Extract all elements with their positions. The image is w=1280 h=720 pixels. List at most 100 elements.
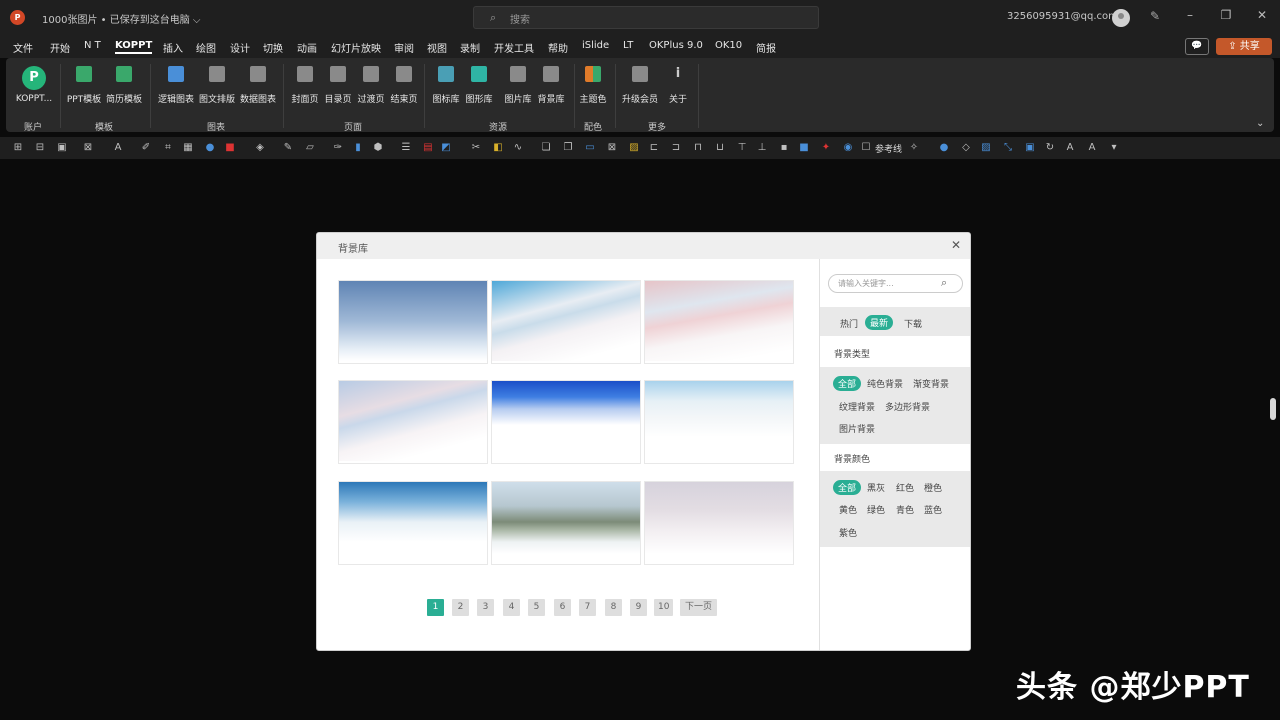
pipette-icon[interactable]: ✑ — [332, 142, 344, 154]
menu-help[interactable]: 帮助 — [548, 40, 568, 55]
picture-edit-icon[interactable]: ▨ — [628, 142, 640, 154]
page-button-4[interactable]: 4 — [503, 599, 520, 616]
copy-icon[interactable]: ❏ — [540, 142, 552, 154]
thumbnail[interactable] — [338, 280, 488, 364]
background-library-button[interactable]: 背景库 — [535, 66, 567, 105]
transition-page-button[interactable]: 过渡页 — [355, 66, 387, 105]
menu-nt[interactable]: N T — [84, 40, 101, 51]
account-email[interactable]: 3256095931@qq.com — [1007, 11, 1118, 22]
align-icon[interactable]: ⊞ — [12, 142, 24, 154]
minimize-button[interactable]: – — [1180, 8, 1200, 22]
align-left-icon[interactable]: ⊏ — [648, 142, 660, 154]
thumbnail[interactable] — [644, 380, 794, 464]
page-button-1[interactable]: 1 — [427, 599, 444, 616]
theme-color-button[interactable]: 主题色 — [577, 66, 609, 105]
page-button-3[interactable]: 3 — [477, 599, 494, 616]
ppt-template-button[interactable]: PPT模板 — [65, 66, 103, 105]
bg-color-black-gray[interactable]: 黑灰 — [867, 481, 885, 494]
align-center-icon[interactable]: ⊓ — [692, 142, 704, 154]
circle-icon[interactable]: ● — [204, 142, 216, 154]
bg-type-solid[interactable]: 纯色背景 — [867, 377, 903, 390]
toc-page-button[interactable]: 目录页 — [322, 66, 354, 105]
shape-fill-icon[interactable]: ⬢ — [372, 142, 384, 154]
distribute-icon[interactable]: ⊟ — [34, 142, 46, 154]
bg-type-gradient[interactable]: 渐变背景 — [913, 377, 949, 390]
screen-icon[interactable]: ▣ — [1024, 142, 1036, 154]
close-button[interactable]: ✕ — [1252, 8, 1272, 22]
next-page-button[interactable]: 下一页 — [680, 599, 717, 616]
page-button-10[interactable]: 10 — [654, 599, 674, 616]
sphere-icon[interactable]: ● — [938, 142, 950, 154]
font-increase-icon[interactable]: A — [1064, 142, 1076, 154]
globe-icon[interactable]: ◉ — [842, 142, 854, 154]
search-icon[interactable]: ⌕ — [941, 276, 947, 290]
sort-tab-hot[interactable]: 热门 — [840, 317, 858, 330]
thumbnail[interactable] — [491, 481, 641, 565]
layers-icon[interactable]: ◧ — [492, 142, 504, 154]
menu-file[interactable]: 文件 — [13, 40, 33, 55]
align-middle-icon[interactable]: ⊔ — [714, 142, 726, 154]
comment-button[interactable]: 💬 — [1185, 38, 1209, 55]
bg-type-image[interactable]: 图片背景 — [839, 422, 875, 435]
menu-koppt[interactable]: KOPPT — [115, 40, 153, 54]
upgrade-member-button[interactable]: 升级会员 — [620, 66, 660, 105]
bg-color-all[interactable]: 全部 — [833, 480, 862, 495]
page-button-2[interactable]: 2 — [452, 599, 469, 616]
font-decrease-icon[interactable]: A — [1086, 142, 1098, 154]
bg-color-orange[interactable]: 橙色 — [924, 481, 942, 494]
bg-color-green[interactable]: 绿色 — [867, 503, 885, 516]
page-button-6[interactable]: 6 — [554, 599, 571, 616]
bg-color-blue[interactable]: 蓝色 — [924, 503, 942, 516]
menu-record[interactable]: 录制 — [460, 40, 480, 55]
resume-template-button[interactable]: 简历模板 — [104, 66, 144, 105]
menu-transitions[interactable]: 切换 — [263, 40, 283, 55]
sort-tab-latest[interactable]: 最新 — [865, 315, 894, 330]
eraser-icon[interactable]: ◇ — [960, 142, 972, 154]
shape-library-button[interactable]: 图形库 — [463, 66, 495, 105]
logic-chart-button[interactable]: 逻辑图表 — [156, 66, 196, 105]
menu-lt[interactable]: LT — [623, 40, 633, 51]
shapes-icon[interactable]: ◩ — [440, 142, 452, 154]
crop-icon[interactable]: ⌗ — [162, 142, 174, 154]
magic-icon[interactable]: ✧ — [908, 142, 920, 154]
menu-brief[interactable]: 简报 — [756, 40, 776, 55]
duplicate-icon[interactable]: ❐ — [562, 142, 574, 154]
avatar[interactable] — [1112, 9, 1130, 27]
close-icon[interactable]: ✕ — [951, 238, 961, 252]
bg-color-purple[interactable]: 紫色 — [839, 526, 857, 539]
font-color-icon[interactable]: A — [112, 142, 124, 154]
clear-format-icon[interactable]: ⊠ — [82, 142, 94, 154]
share-button[interactable]: ⇪ 共享 — [1216, 38, 1272, 55]
delete-icon[interactable]: ⊠ — [606, 142, 618, 154]
page-button-5[interactable]: 5 — [528, 599, 545, 616]
curve-icon[interactable]: ∿ — [512, 142, 524, 154]
bg-color-cyan[interactable]: 青色 — [896, 503, 914, 516]
menu-slideshow[interactable]: 幻灯片放映 — [331, 40, 381, 55]
format-painter-icon[interactable]: ✂ — [470, 142, 482, 154]
document-title[interactable]: 1000张图片 • 已保存到这台电脑 ⌵ — [42, 11, 200, 26]
sort-tab-download[interactable]: 下载 — [904, 317, 922, 330]
layout-button[interactable]: 图文排版 — [197, 66, 237, 105]
menu-islide[interactable]: iSlide — [582, 40, 609, 51]
keyword-search-input[interactable]: 请输入关键字... ⌕ — [828, 274, 963, 293]
textbox-icon[interactable]: ▣ — [56, 142, 68, 154]
thumbnail[interactable] — [644, 280, 794, 364]
page-button-9[interactable]: 9 — [630, 599, 647, 616]
menu-ok10[interactable]: OK10 — [715, 40, 742, 51]
bg-type-all[interactable]: 全部 — [833, 376, 862, 391]
pen-icon[interactable]: ✎ — [1150, 9, 1160, 23]
frame-icon[interactable]: ▭ — [584, 142, 596, 154]
menu-draw[interactable]: 绘图 — [196, 40, 216, 55]
menu-view[interactable]: 视图 — [427, 40, 447, 55]
bg-color-yellow[interactable]: 黄色 — [839, 503, 857, 516]
align-bottom-icon[interactable]: ⊥ — [756, 142, 768, 154]
photo-icon[interactable]: ▨ — [980, 142, 992, 154]
data-chart-button[interactable]: 数据图表 — [238, 66, 278, 105]
thumbnail[interactable] — [338, 380, 488, 464]
menu-animations[interactable]: 动画 — [297, 40, 317, 55]
thumbnail[interactable] — [491, 280, 641, 364]
menu-design[interactable]: 设计 — [230, 40, 250, 55]
image-icon[interactable]: ▦ — [182, 142, 194, 154]
outline-icon[interactable]: ▱ — [304, 142, 316, 154]
bg-type-polygon[interactable]: 多边形背景 — [885, 400, 930, 413]
